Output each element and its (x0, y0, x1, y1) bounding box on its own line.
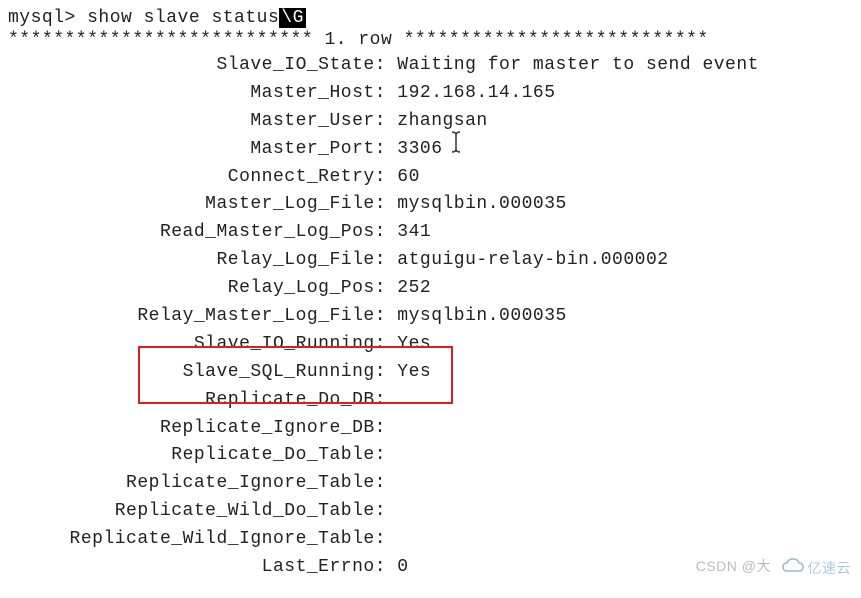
field-label: Master_Host: (8, 80, 386, 108)
field-line: Master_Log_File: mysqlbin.000035 (8, 191, 853, 219)
field-value: zhangsan (386, 111, 488, 131)
field-value: 60 (386, 167, 420, 187)
field-value (386, 445, 397, 465)
field-label: Slave_SQL_Running: (8, 359, 386, 387)
field-line: Master_User: zhangsan (8, 108, 853, 136)
field-value (386, 390, 397, 410)
field-label: Relay_Master_Log_File: (8, 303, 386, 331)
logo-text: 亿速云 (808, 558, 852, 578)
stars-left: *************************** (8, 30, 313, 50)
mysql-prompt-line: mysql> show slave status\G (8, 8, 853, 28)
field-value: mysqlbin.000035 (386, 306, 567, 326)
field-label: Replicate_Do_DB: (8, 387, 386, 415)
field-value: mysqlbin.000035 (386, 194, 567, 214)
field-line: Replicate_Do_DB: (8, 387, 853, 415)
field-value: 3306 (386, 139, 443, 159)
field-label: Slave_IO_Running: (8, 331, 386, 359)
field-line: Replicate_Ignore_Table: (8, 470, 853, 498)
field-line: Master_Host: 192.168.14.165 (8, 80, 853, 108)
field-label: Replicate_Ignore_Table: (8, 470, 386, 498)
field-value (386, 473, 397, 493)
field-label: Relay_Log_File: (8, 247, 386, 275)
field-value: 192.168.14.165 (386, 83, 556, 103)
field-value (386, 418, 397, 438)
stars-right: *************************** (404, 30, 709, 50)
field-label: Read_Master_Log_Pos: (8, 219, 386, 247)
field-value: 341 (386, 222, 431, 242)
field-value (386, 501, 397, 521)
field-line: Replicate_Ignore_DB: (8, 415, 853, 443)
field-label: Replicate_Wild_Do_Table: (8, 498, 386, 526)
field-value (386, 529, 397, 549)
cloud-icon (781, 557, 805, 580)
prompt-prefix: mysql> (8, 8, 87, 28)
field-line: Relay_Log_Pos: 252 (8, 275, 853, 303)
prompt-command: show slave status (87, 8, 279, 28)
field-value: atguigu-relay-bin.000002 (386, 250, 669, 270)
field-line: Relay_Log_File: atguigu-relay-bin.000002 (8, 247, 853, 275)
field-label: Slave_IO_State: (8, 52, 386, 80)
field-value: 0 (386, 557, 409, 577)
field-label: Master_User: (8, 108, 386, 136)
field-line: Slave_SQL_Running: Yes (8, 359, 853, 387)
row-header: *************************** 1. row *****… (8, 30, 853, 50)
prompt-suffix: \G (279, 8, 306, 28)
field-line: Relay_Master_Log_File: mysqlbin.000035 (8, 303, 853, 331)
field-value: Yes (386, 334, 431, 354)
field-label: Master_Log_File: (8, 191, 386, 219)
field-line: Replicate_Wild_Do_Table: (8, 498, 853, 526)
field-line: Slave_IO_Running: Yes (8, 331, 853, 359)
field-label: Relay_Log_Pos: (8, 275, 386, 303)
field-line: Replicate_Do_Table: (8, 442, 853, 470)
field-label: Replicate_Ignore_DB: (8, 415, 386, 443)
field-label: Connect_Retry: (8, 164, 386, 192)
field-label: Replicate_Do_Table: (8, 442, 386, 470)
field-line: Replicate_Wild_Ignore_Table: (8, 526, 853, 554)
field-value: Waiting for master to send event (386, 55, 759, 75)
field-line: Master_Port: 3306 (8, 136, 853, 164)
field-line: Read_Master_Log_Pos: 341 (8, 219, 853, 247)
field-label: Replicate_Wild_Ignore_Table: (8, 526, 386, 554)
field-label: Master_Port: (8, 136, 386, 164)
field-value: Yes (386, 362, 431, 382)
fields-container: Slave_IO_State: Waiting for master to se… (8, 52, 853, 582)
row-header-text: 1. row (313, 30, 403, 50)
watermark-csdn: CSDN @大 (696, 556, 771, 576)
field-label: Last_Errno: (8, 554, 386, 582)
field-line: Slave_IO_State: Waiting for master to se… (8, 52, 853, 80)
field-line: Connect_Retry: 60 (8, 164, 853, 192)
field-value: 252 (386, 278, 431, 298)
watermark-logo: 亿速云 (781, 557, 852, 580)
